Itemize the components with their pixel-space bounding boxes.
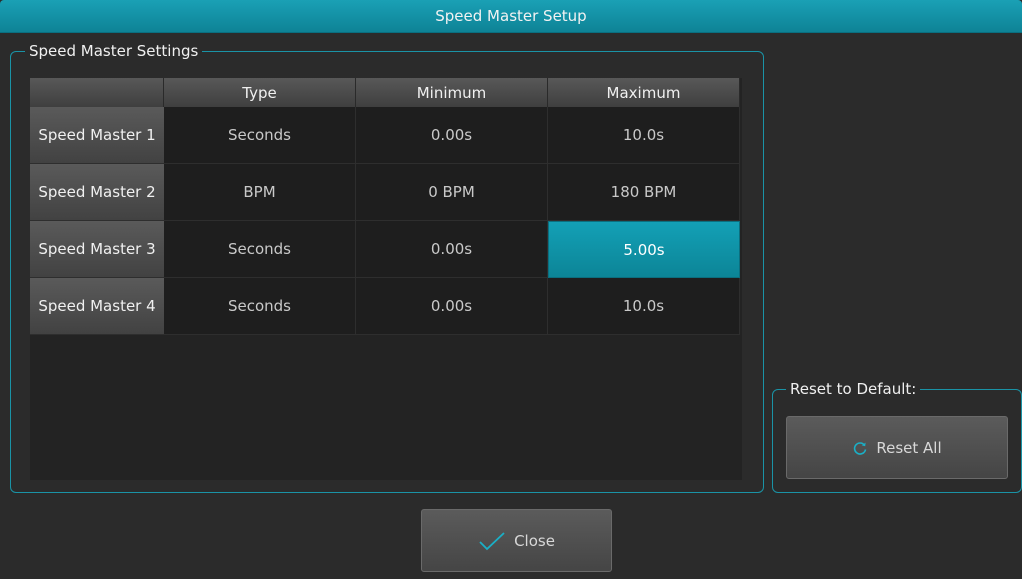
column-header-maximum[interactable]: Maximum: [548, 78, 740, 107]
speed-master-table: Type Minimum Maximum Speed Master 1 Seco…: [30, 78, 742, 480]
speed-master-2-type-cell[interactable]: BPM: [164, 164, 356, 221]
refresh-icon: [852, 440, 868, 456]
row-header-speed-master-2[interactable]: Speed Master 2: [30, 164, 164, 221]
close-label: Close: [514, 531, 555, 550]
speed-master-1-type-cell[interactable]: Seconds: [164, 107, 356, 164]
column-header-minimum[interactable]: Minimum: [356, 78, 548, 107]
speed-master-4-maximum-cell[interactable]: 10.0s: [548, 278, 740, 335]
row-header-speed-master-3[interactable]: Speed Master 3: [30, 221, 164, 278]
window-title-bar: Speed Master Setup: [0, 0, 1022, 33]
checkmark-icon: [478, 531, 506, 551]
speed-master-1-maximum-cell[interactable]: 10.0s: [548, 107, 740, 164]
column-header-type[interactable]: Type: [164, 78, 356, 107]
row-header-speed-master-1[interactable]: Speed Master 1: [30, 107, 164, 164]
reset-all-label: Reset All: [876, 438, 942, 457]
speed-master-2-maximum-cell[interactable]: 180 BPM: [548, 164, 740, 221]
table-corner-header: [30, 78, 164, 107]
close-button[interactable]: Close: [421, 509, 612, 572]
window-title: Speed Master Setup: [435, 7, 587, 25]
speed-master-2-minimum-cell[interactable]: 0 BPM: [356, 164, 548, 221]
speed-master-4-minimum-cell[interactable]: 0.00s: [356, 278, 548, 335]
settings-group-legend: Speed Master Settings: [25, 42, 203, 60]
speed-master-setup-window: Speed Master Setup Speed Master Settings…: [0, 0, 1022, 579]
reset-group-legend: Reset to Default:: [786, 380, 921, 398]
speed-master-1-minimum-cell[interactable]: 0.00s: [356, 107, 548, 164]
reset-all-button[interactable]: Reset All: [786, 416, 1008, 479]
speed-master-4-type-cell[interactable]: Seconds: [164, 278, 356, 335]
speed-master-3-type-cell[interactable]: Seconds: [164, 221, 356, 278]
speed-master-3-minimum-cell[interactable]: 0.00s: [356, 221, 548, 278]
row-header-speed-master-4[interactable]: Speed Master 4: [30, 278, 164, 335]
speed-master-3-maximum-cell-selected[interactable]: 5.00s: [548, 221, 740, 278]
